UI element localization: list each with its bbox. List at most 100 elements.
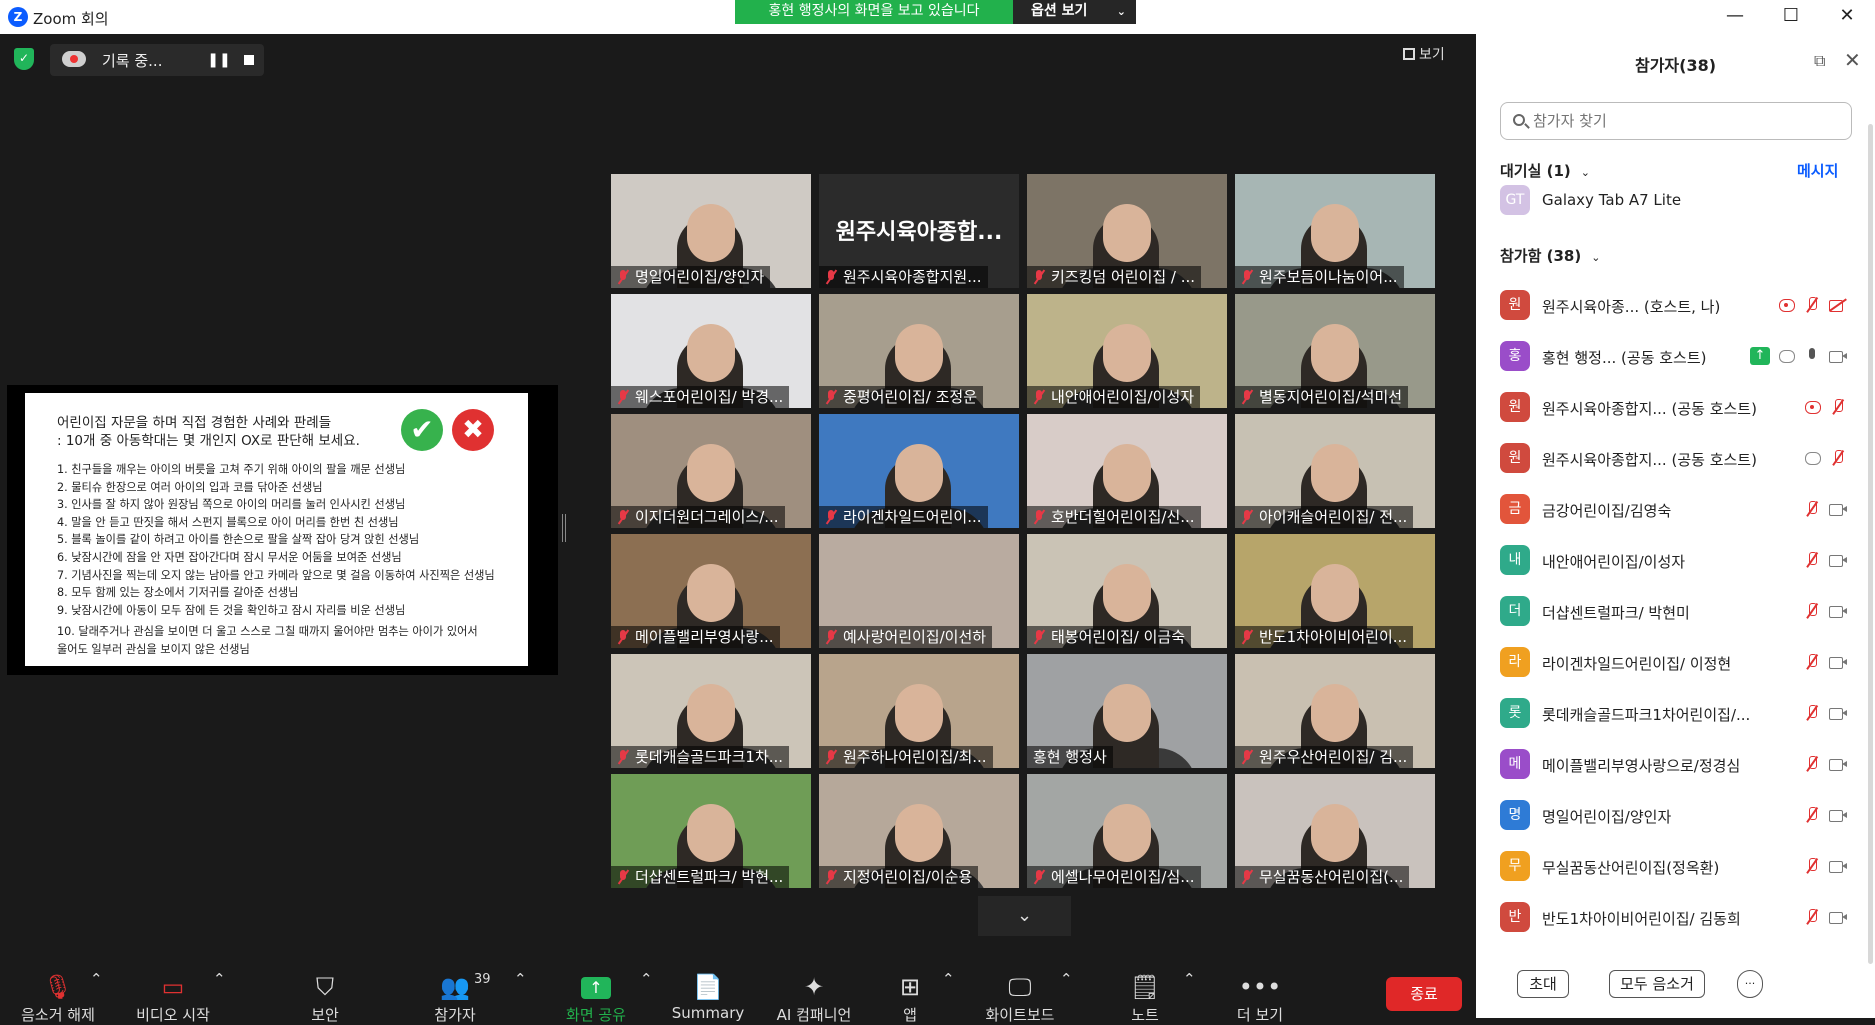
camera-off-icon[interactable] — [1828, 296, 1848, 314]
close-panel-icon[interactable]: ✕ — [1844, 48, 1861, 72]
participant-row[interactable]: 원 원주시육아종합지... (공동 호스트) — [1500, 388, 1852, 428]
waiting-room-header[interactable]: 대기실 (1) ⌄ — [1500, 160, 1590, 181]
microphone-muted-icon[interactable] — [1802, 500, 1822, 518]
video-tile[interactable]: 원주시육아종합... 원주시육아종합지원... — [819, 174, 1019, 288]
share-screen-button[interactable]: ↑ 화면 공유 — [556, 970, 636, 1025]
video-tile[interactable]: 지정어린이집/이순용 — [819, 774, 1019, 888]
camera-icon[interactable] — [1828, 908, 1848, 926]
pause-recording-button[interactable]: ❚❚ — [207, 48, 231, 72]
participant-row[interactable]: 홍 홍현 행정... (공동 호스트) ↑ — [1500, 337, 1852, 377]
video-tile[interactable]: 원주우산어린이집/ 김... — [1235, 654, 1435, 768]
participant-row[interactable]: 더 더샵센트럴파크/ 박현미 — [1500, 592, 1852, 632]
video-tile[interactable]: 중평어린이집/ 조정운 — [819, 294, 1019, 408]
shared-screen[interactable]: 어린이집 자문을 하며 직접 경험한 사례와 판례들 : 10개 중 아동학대는… — [7, 385, 558, 675]
microphone-muted-icon[interactable] — [1802, 653, 1822, 671]
notes-button[interactable]: 🗒 노트 — [1120, 970, 1170, 1025]
video-tile[interactable]: 원주하나어린이집/최... — [819, 654, 1019, 768]
video-tile[interactable]: 무실꿈동산어린이집(... — [1235, 774, 1435, 888]
participant-row[interactable]: 반 반도1차아이비어린이집/ 김동희 — [1500, 898, 1852, 938]
video-tile[interactable]: 에셀나무어린이집/심... — [1027, 774, 1227, 888]
video-tile[interactable]: 라이겐차일드어린이... — [819, 414, 1019, 528]
video-tile[interactable]: 아이캐슬어린이집/ 전... — [1235, 414, 1435, 528]
video-tile[interactable]: 내안애어린이집/이성자 — [1027, 294, 1227, 408]
close-window-button[interactable]: ✕ — [1819, 0, 1875, 34]
invite-button[interactable]: 초대 — [1517, 970, 1569, 998]
apps-options-chevron[interactable]: ⌃ — [942, 970, 955, 988]
video-tile[interactable]: 명일어린이집/양인자 — [611, 174, 811, 288]
camera-icon[interactable] — [1828, 653, 1848, 671]
participants-options-chevron[interactable]: ⌃ — [514, 970, 527, 988]
microphone-muted-icon[interactable] — [1802, 704, 1822, 722]
participant-list-scrollbar[interactable] — [1868, 124, 1873, 964]
notes-options-chevron[interactable]: ⌃ — [1183, 970, 1196, 988]
camera-icon[interactable] — [1828, 755, 1848, 773]
video-tile[interactable]: 태봉어린이집/ 이금숙 — [1027, 534, 1227, 648]
microphone-muted-icon[interactable] — [1802, 602, 1822, 620]
view-button[interactable]: 보기 — [1403, 44, 1445, 64]
waiting-participant-row[interactable]: GT Galaxy Tab A7 Lite — [1500, 181, 1852, 221]
microphone-muted-icon[interactable] — [1802, 551, 1822, 569]
camera-icon[interactable] — [1828, 602, 1848, 620]
microphone-icon[interactable] — [1802, 347, 1822, 365]
stop-recording-button[interactable] — [237, 48, 261, 72]
participant-row[interactable]: 원 원주시육아종... (호스트, 나) — [1500, 286, 1852, 326]
camera-icon[interactable] — [1828, 857, 1848, 875]
camera-icon[interactable] — [1828, 704, 1848, 722]
popout-icon[interactable]: ⧉ — [1814, 51, 1825, 71]
audio-options-chevron[interactable]: ⌃ — [90, 970, 103, 988]
video-tile[interactable]: 호반더힐어린이집/신... — [1027, 414, 1227, 528]
apps-button[interactable]: ⊞ 앱 — [890, 970, 930, 1025]
joined-header[interactable]: 참가함 (38) ⌄ — [1500, 245, 1600, 266]
view-options-button[interactable]: 옵션 보기 ⌄ — [1013, 0, 1136, 24]
participant-row[interactable]: 원 원주시육아종합지... (공동 호스트) — [1500, 439, 1852, 479]
gallery-scroll-down-button[interactable]: ⌄ — [978, 896, 1071, 936]
camera-icon[interactable] — [1828, 551, 1848, 569]
share-options-chevron[interactable]: ⌃ — [640, 970, 653, 988]
microphone-muted-icon[interactable] — [1802, 755, 1822, 773]
participant-row[interactable]: 명 명일어린이집/양인자 — [1500, 796, 1852, 836]
video-tile[interactable]: 메이플밸리부영사랑... — [611, 534, 811, 648]
microphone-muted-icon[interactable] — [1802, 296, 1822, 314]
participant-search[interactable] — [1500, 102, 1852, 140]
microphone-muted-icon[interactable] — [1802, 806, 1822, 824]
camera-icon[interactable] — [1828, 347, 1848, 365]
camera-icon[interactable] — [1828, 500, 1848, 518]
message-waiting-link[interactable]: 메시지 — [1797, 160, 1838, 181]
video-options-chevron[interactable]: ⌃ — [213, 970, 226, 988]
video-tile[interactable]: 예사랑어린이집/이선하 — [819, 534, 1019, 648]
microphone-muted-icon[interactable] — [1802, 857, 1822, 875]
more-button[interactable]: ••• 더 보기 — [1220, 970, 1300, 1025]
ai-companion-button[interactable]: ✦ AI 컴패니언 — [764, 970, 864, 1025]
summary-button[interactable]: 📄 Summary — [668, 970, 748, 1022]
encryption-shield-icon[interactable]: ✓ — [14, 48, 34, 70]
participant-row[interactable]: 금 금강어린이집/김영숙 — [1500, 490, 1852, 530]
security-button[interactable]: ⛉ 보안 — [290, 970, 360, 1025]
whiteboard-options-chevron[interactable]: ⌃ — [1060, 970, 1073, 988]
participant-row[interactable]: 내 내안애어린이집/이성자 — [1500, 541, 1852, 581]
participant-search-input[interactable] — [1533, 109, 1833, 133]
participant-row[interactable]: 롯 롯데캐슬골드파크1차어린이집/... — [1500, 694, 1852, 734]
video-tile[interactable]: 반도1차아이비어린이... — [1235, 534, 1435, 648]
maximize-button[interactable]: ☐ — [1763, 0, 1819, 34]
mute-all-button[interactable]: 모두 음소거 — [1609, 970, 1705, 998]
video-tile[interactable]: 원주보듬이나눔이어... — [1235, 174, 1435, 288]
video-tile[interactable]: 웨스포어린이집/ 박경... — [611, 294, 811, 408]
participant-row[interactable]: 라 라이겐차일드어린이집/ 이정현 — [1500, 643, 1852, 683]
end-meeting-button[interactable]: 종료 — [1386, 977, 1462, 1011]
camera-icon[interactable] — [1828, 806, 1848, 824]
video-tile[interactable]: 별동지어린이집/석미선 — [1235, 294, 1435, 408]
whiteboard-button[interactable]: 🖵 화이트보드 — [970, 970, 1070, 1025]
video-tile[interactable]: 더샵센트럴파크/ 박현... — [611, 774, 811, 888]
video-tile[interactable]: 홍현 행정사 — [1027, 654, 1227, 768]
participant-row[interactable]: 메 메이플밸리부영사랑으로/정경심 — [1500, 745, 1852, 785]
video-tile[interactable]: 키즈킹덤 어린이집 / ... — [1027, 174, 1227, 288]
start-video-button[interactable]: ▭ 비디오 시작 — [123, 970, 223, 1025]
split-drag-handle[interactable] — [562, 514, 566, 542]
video-tile[interactable]: 롯데캐슬골드파크1차... — [611, 654, 811, 768]
microphone-muted-icon[interactable] — [1828, 449, 1848, 467]
more-options-button[interactable]: ··· — [1737, 970, 1763, 998]
minimize-button[interactable]: — — [1707, 0, 1763, 34]
microphone-muted-icon[interactable] — [1802, 908, 1822, 926]
participant-row[interactable]: 무 무실꿈동산어린이집(정옥환) — [1500, 847, 1852, 887]
microphone-muted-icon[interactable] — [1828, 398, 1848, 416]
